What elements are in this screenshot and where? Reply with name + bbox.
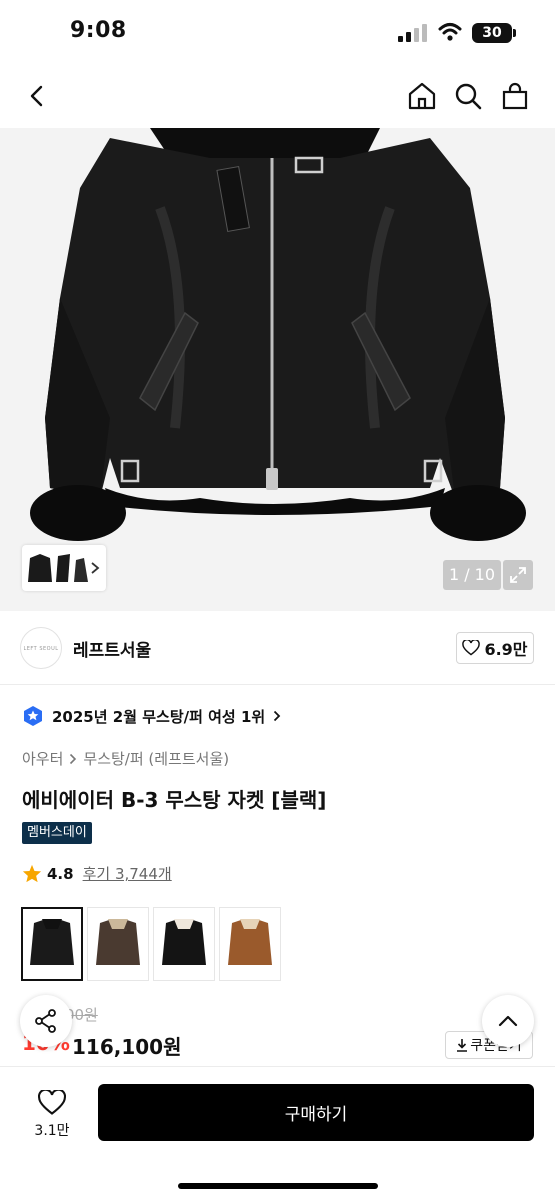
scroll-to-top-button[interactable] <box>482 995 534 1047</box>
review-count-link[interactable]: 후기 3,744개 <box>83 863 172 884</box>
breadcrumb: 아우터 무스탕/퍼 (레프트서울) <box>22 748 229 769</box>
status-bar: 9:08 30 <box>0 0 555 64</box>
home-icon <box>408 82 436 110</box>
color-option-dark-brown[interactable] <box>87 907 149 981</box>
color-options <box>21 907 281 981</box>
back-button[interactable] <box>18 76 58 116</box>
search-button[interactable] <box>448 76 488 116</box>
expand-icon <box>510 567 526 583</box>
battery-tip <box>513 29 516 37</box>
brand-row[interactable]: LEFT SEOUL 레프트서울 6.9만 <box>0 611 555 685</box>
brand-name[interactable]: 레프트서울 <box>73 636 151 661</box>
wishlist-count: 3.1만 <box>34 1123 70 1139</box>
share-icon <box>35 1009 56 1033</box>
image-page-counter: 1 / 10 <box>443 560 501 590</box>
signal-icon <box>398 24 427 42</box>
brand-like-count: 6.9만 <box>484 640 528 659</box>
chevron-right-icon <box>70 753 77 764</box>
buy-button[interactable]: 구매하기 <box>98 1084 534 1141</box>
color-option-black-ivory[interactable] <box>153 907 215 981</box>
color-option-camel[interactable] <box>219 907 281 981</box>
nav-bar <box>0 64 555 128</box>
bottom-action-bar: 3.1만 구매하기 <box>0 1066 555 1200</box>
heart-icon <box>38 1090 66 1115</box>
color-swatch-image <box>30 919 74 965</box>
color-swatch-image <box>96 919 140 965</box>
battery-indicator: 30 <box>472 23 512 43</box>
ranking-link[interactable]: 2025년 2월 무스탕/퍼 여성 1위 <box>22 705 281 727</box>
product-image <box>30 128 526 541</box>
cart-button[interactable] <box>495 76 535 116</box>
thumbnail-preview <box>28 554 88 582</box>
ranking-text: 2025년 2월 무스탕/퍼 여성 1위 <box>52 707 266 726</box>
breadcrumb-subcategory[interactable]: 무스탕/퍼 (레프트서울) <box>83 748 229 769</box>
color-swatch-image <box>162 919 206 965</box>
ranking-badge-icon <box>24 706 42 726</box>
breadcrumb-category[interactable]: 아우터 <box>22 748 63 769</box>
home-button[interactable] <box>402 76 442 116</box>
chevron-up-icon <box>498 1015 518 1027</box>
chevron-left-icon <box>30 85 43 107</box>
search-icon <box>455 83 482 110</box>
color-option-black[interactable] <box>21 907 83 981</box>
shopping-bag-icon <box>502 82 528 110</box>
status-time: 9:08 <box>70 18 127 43</box>
chevron-right-icon <box>274 710 281 722</box>
chevron-right-icon <box>91 562 100 574</box>
product-title: 에비에이터 B-3 무스탕 자켓 [블랙] <box>22 788 327 812</box>
sale-price: 116,100원 <box>72 1035 182 1059</box>
heart-icon <box>462 640 481 656</box>
brand-like-button[interactable]: 6.9만 <box>456 632 534 664</box>
rating-score: 4.8 <box>47 864 74 883</box>
star-icon <box>22 864 42 883</box>
event-badge: 멤버스데이 <box>22 822 92 844</box>
home-indicator <box>178 1183 378 1189</box>
color-swatch-image <box>228 919 272 965</box>
brand-logo[interactable]: LEFT SEOUL <box>20 627 62 669</box>
wishlist-button[interactable]: 3.1만 <box>22 1085 82 1145</box>
product-image-gallery[interactable]: 1 / 10 <box>0 128 555 611</box>
download-icon <box>457 1039 468 1052</box>
wifi-icon <box>438 23 462 41</box>
thumbnail-strip[interactable] <box>22 545 106 591</box>
rating-row[interactable]: 4.8 후기 3,744개 <box>22 863 172 884</box>
expand-image-button[interactable] <box>503 560 533 590</box>
share-button[interactable] <box>20 995 72 1047</box>
